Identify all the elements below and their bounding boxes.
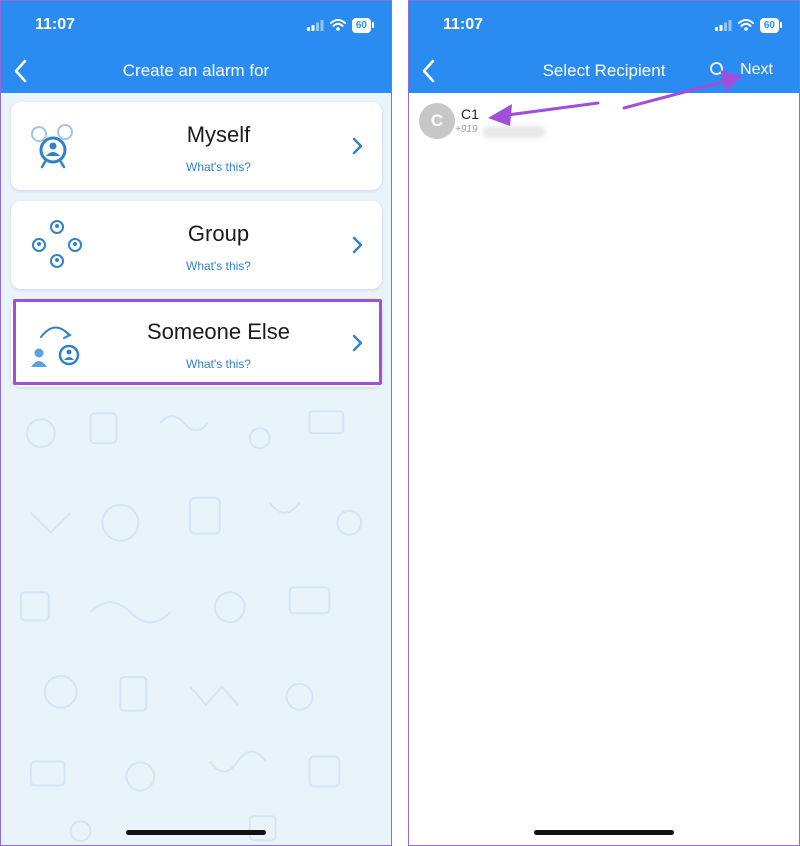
- battery-indicator: 60: [351, 17, 375, 33]
- option-card-group[interactable]: Group What's this?: [11, 201, 382, 289]
- option-title: Group: [187, 221, 250, 246]
- contact-phone: +919: [455, 124, 478, 135]
- cellular-signal-icon: [306, 20, 324, 31]
- whats-this-link[interactable]: What's this?: [101, 357, 336, 371]
- wifi-icon: [737, 19, 754, 31]
- avatar: C: [419, 103, 455, 139]
- chevron-right-icon: [352, 137, 363, 155]
- wifi-icon: [329, 19, 346, 31]
- alarm-myself-icon: [31, 124, 73, 169]
- select-recipient-screen: 11:07 60 Select Recipient Next C C1 +919: [408, 0, 800, 846]
- home-indicator: [126, 830, 266, 835]
- alarm-group-icon: [32, 220, 82, 268]
- alarm-someone-else-icon: [31, 326, 80, 367]
- phone-redaction-blur: [483, 126, 545, 138]
- status-time: 11:07: [35, 16, 76, 33]
- status-icons: 60: [714, 17, 783, 33]
- contact-list-item[interactable]: C C1 +919: [409, 97, 799, 145]
- header-bar: 11:07 60 Create an alarm for: [1, 1, 391, 93]
- next-button[interactable]: Next: [740, 61, 773, 79]
- option-card-someone-else[interactable]: Someone Else What's this?: [11, 299, 382, 387]
- whats-this-link[interactable]: What's this?: [101, 259, 336, 273]
- chevron-right-icon: [352, 236, 363, 254]
- status-icons: 60: [306, 17, 375, 33]
- search-icon[interactable]: [709, 61, 727, 79]
- cellular-signal-icon: [714, 20, 732, 31]
- chevron-right-icon: [352, 334, 363, 352]
- header-bar: 11:07 60 Select Recipient Next: [409, 1, 799, 93]
- create-alarm-screen: 11:07 60 Create an alarm for Myself What…: [0, 0, 392, 846]
- contact-name: C1: [461, 106, 479, 122]
- option-title: Myself: [186, 122, 251, 147]
- battery-indicator: 60: [759, 17, 783, 33]
- home-indicator: [534, 830, 674, 835]
- option-card-myself[interactable]: Myself What's this?: [11, 102, 382, 190]
- status-time: 11:07: [443, 16, 484, 33]
- option-title: Someone Else: [146, 319, 291, 344]
- whats-this-link[interactable]: What's this?: [101, 160, 336, 174]
- page-title: Create an alarm for: [122, 61, 270, 80]
